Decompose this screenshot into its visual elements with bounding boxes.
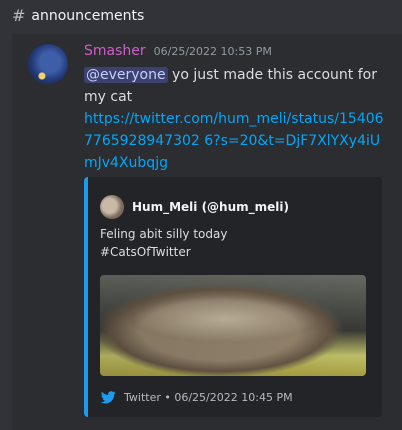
everyone-mention[interactable]: @everyone — [84, 67, 168, 83]
embed-image[interactable] — [100, 275, 366, 376]
channel-header: # announcements — [0, 0, 402, 32]
twitter-icon — [100, 391, 116, 404]
message-header: Smasher 06/25/2022 10:53 PM — [84, 43, 272, 59]
embed-hashtag[interactable]: #CatsOfTwitter — [100, 243, 370, 261]
embed-text-line: Feling abit silly today — [100, 227, 228, 241]
tweet-link[interactable]: https://twitter.com/hum_meli/status/1540… — [84, 108, 384, 174]
embed-avatar[interactable] — [100, 195, 124, 219]
timestamp: 06/25/2022 10:53 PM — [153, 45, 272, 58]
message-content: @everyone yo just made this account for … — [84, 64, 384, 174]
embed-footer-text: Twitter • 06/25/2022 10:45 PM — [124, 390, 293, 404]
avatar[interactable] — [28, 44, 68, 84]
embed-description: Feling abit silly today #CatsOfTwitter — [100, 225, 370, 261]
embed-author: Hum_Meli (@hum_meli) — [100, 195, 289, 219]
embed-footer: Twitter • 06/25/2022 10:45 PM — [100, 389, 293, 405]
author-name[interactable]: Smasher — [84, 43, 146, 59]
message: Smasher 06/25/2022 10:53 PM @everyone yo… — [12, 34, 402, 430]
tweet-embed: Hum_Meli (@hum_meli) Feling abit silly t… — [84, 177, 382, 417]
channel-name: announcements — [31, 8, 145, 24]
hash-icon: # — [12, 6, 26, 25]
embed-author-name[interactable]: Hum_Meli (@hum_meli) — [132, 200, 289, 214]
